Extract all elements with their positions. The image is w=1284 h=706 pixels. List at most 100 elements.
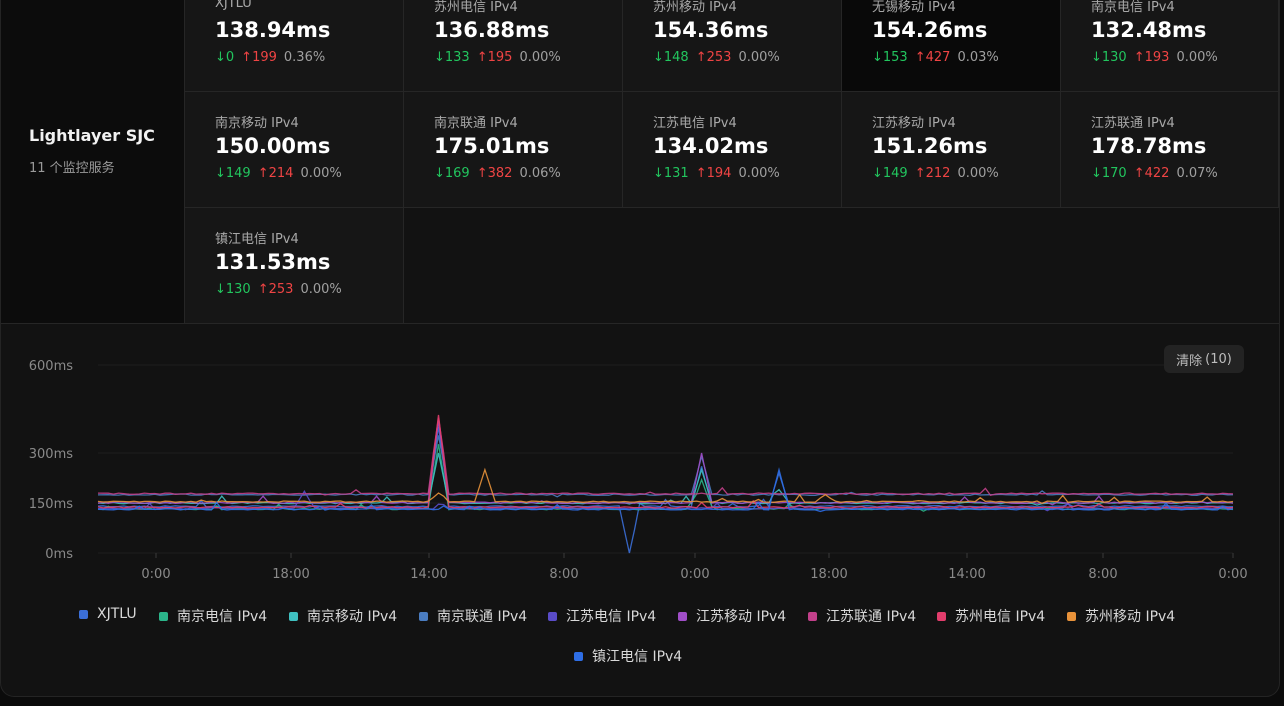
series-line [97, 435, 1234, 498]
monitor-down-count: ↓149 [872, 166, 908, 181]
legend-swatch [574, 651, 583, 661]
monitor-packet-loss: 0.00% [738, 50, 780, 65]
legend-label: XJTLU [97, 606, 137, 622]
monitor-name: 江苏联通 IPv4 [1091, 116, 1175, 131]
legend-item[interactable]: 江苏电信 IPv4 [548, 606, 656, 626]
legend-swatch [289, 611, 298, 621]
latency-chart[interactable]: 0ms 150ms 300ms 600ms 0:00 18:00 14:00 8:00 0:00… [1, 324, 1279, 696]
monitor-name: 镇江电信 IPv4 [215, 232, 299, 247]
monitor-up-count: ↑253 [257, 282, 294, 297]
legend-item[interactable]: XJTLU [79, 606, 137, 622]
y-tick-label: 150ms [29, 497, 73, 512]
monitor-stats: ↓170 ↑422 0.07% [1091, 166, 1218, 181]
monitor-up-count: ↑427 [914, 50, 951, 65]
monitor-up-count: ↑422 [1133, 166, 1170, 181]
legend-label: 苏州电信 IPv4 [955, 609, 1046, 625]
monitor-latency: 178.78ms [1091, 134, 1207, 158]
monitor-name: 南京移动 IPv4 [215, 116, 299, 131]
x-tick-label: 0:00 [141, 567, 170, 582]
monitor-card[interactable]: 江苏电信 IPv4 134.02ms ↓131 ↑194 0.00% [623, 92, 842, 208]
monitor-down-count: ↓149 [215, 166, 251, 181]
legend-swatch [419, 611, 428, 621]
monitor-name: 苏州移动 IPv4 [653, 0, 737, 15]
clear-button[interactable]: 清除 (10) [1164, 345, 1244, 373]
monitor-latency: 134.02ms [653, 134, 769, 158]
monitor-down-count: ↓131 [653, 166, 689, 181]
monitor-card[interactable]: 苏州电信 IPv4 136.88ms ↓133 ↑195 0.00% [404, 0, 623, 92]
monitor-packet-loss: 0.06% [519, 166, 561, 181]
y-tick-label: 600ms [29, 359, 73, 374]
x-tick-label: 8:00 [1088, 567, 1117, 582]
monitor-latency: 136.88ms [434, 18, 550, 42]
legend-label: 南京电信 IPv4 [177, 609, 268, 625]
monitor-card[interactable]: 江苏联通 IPv4 178.78ms ↓170 ↑422 0.07% [1061, 92, 1279, 208]
monitor-card[interactable]: XJTLU 138.94ms ↓0 ↑199 0.36% [185, 0, 404, 92]
clear-button-count: (10) [1205, 351, 1232, 367]
legend-label: 苏州移动 IPv4 [1085, 609, 1176, 625]
monitor-packet-loss: 0.00% [300, 282, 342, 297]
server-name: Lightlayer SJC [29, 126, 155, 145]
monitor-stats: ↓0 ↑199 0.36% [215, 50, 325, 65]
monitor-card[interactable]: 苏州移动 IPv4 154.36ms ↓148 ↑253 0.00% [623, 0, 842, 92]
monitor-card[interactable]: 江苏移动 IPv4 151.26ms ↓149 ↑212 0.00% [842, 92, 1061, 208]
monitor-packet-loss: 0.00% [519, 50, 561, 65]
monitor-card[interactable]: 南京移动 IPv4 150.00ms ↓149 ↑214 0.00% [185, 92, 404, 208]
legend-label: 镇江电信 IPv4 [592, 649, 683, 665]
legend-item[interactable]: 江苏移动 IPv4 [678, 606, 786, 626]
monitor-stats: ↓148 ↑253 0.00% [653, 50, 780, 65]
legend-swatch [808, 611, 817, 621]
monitor-name: 南京联通 IPv4 [434, 116, 518, 131]
monitor-stats: ↓133 ↑195 0.00% [434, 50, 561, 65]
legend-item[interactable]: 南京电信 IPv4 [159, 606, 267, 626]
monitor-card[interactable]: 南京电信 IPv4 132.48ms ↓130 ↑193 0.00% [1061, 0, 1279, 92]
monitor-name: 江苏电信 IPv4 [653, 116, 737, 131]
series-line [97, 467, 1234, 505]
legend-item[interactable]: 苏州移动 IPv4 [1067, 606, 1175, 626]
monitor-down-count: ↓133 [434, 50, 470, 65]
x-tick-label: 14:00 [948, 567, 985, 582]
series-line [97, 452, 1234, 506]
monitor-down-count: ↓0 [215, 50, 235, 65]
monitor-grid: XJTLU 138.94ms ↓0 ↑199 0.36% 苏州电信 IPv4 136.88m… [185, 0, 1279, 324]
monitor-latency: 150.00ms [215, 134, 331, 158]
monitor-packet-loss: 0.07% [1176, 166, 1218, 181]
monitor-up-count: ↑199 [241, 50, 277, 65]
monitor-up-count: ↑193 [1133, 50, 1170, 65]
legend-item[interactable]: 南京移动 IPv4 [289, 606, 397, 626]
monitor-up-count: ↑195 [476, 50, 513, 65]
monitor-card[interactable]: 南京联通 IPv4 175.01ms ↓169 ↑382 0.06% [404, 92, 623, 208]
monitor-stats: ↓153 ↑427 0.03% [872, 50, 999, 65]
series-line [97, 417, 1234, 497]
x-tick-label: 8:00 [549, 567, 578, 582]
monitor-card[interactable]: 镇江电信 IPv4 131.53ms ↓130 ↑253 0.00% [185, 208, 404, 324]
legend-label: 南京移动 IPv4 [307, 609, 398, 625]
x-tick-label: 14:00 [410, 567, 447, 582]
x-tick-label: 0:00 [1218, 567, 1247, 582]
x-tick-label: 0:00 [680, 567, 709, 582]
monitor-down-count: ↓148 [653, 50, 689, 65]
legend-swatch [548, 611, 557, 621]
monitor-name: 江苏移动 IPv4 [872, 116, 956, 131]
monitor-up-count: ↑194 [695, 166, 732, 181]
series-line [97, 467, 1234, 513]
monitor-latency: 138.94ms [215, 18, 331, 42]
monitor-latency: 151.26ms [872, 134, 988, 158]
clear-button-label: 清除 [1176, 353, 1203, 369]
legend-label: 江苏电信 IPv4 [566, 609, 657, 625]
legend-item[interactable]: 江苏联通 IPv4 [808, 606, 916, 626]
series-line [97, 420, 1234, 506]
server-subtitle: 11 个监控服务 [29, 161, 115, 176]
legend-swatch [79, 609, 88, 619]
monitor-card[interactable]: 无锡移动 IPv4 154.26ms ↓153 ↑427 0.03% [842, 0, 1061, 92]
monitor-latency: 132.48ms [1091, 18, 1207, 42]
legend-item[interactable]: 镇江电信 IPv4 [574, 646, 682, 666]
monitor-name: 苏州电信 IPv4 [434, 0, 518, 15]
monitor-stats: ↓130 ↑253 0.00% [215, 282, 342, 297]
monitor-stats: ↓169 ↑382 0.06% [434, 166, 561, 181]
monitor-down-count: ↓130 [1091, 50, 1127, 65]
legend-item[interactable]: 南京联通 IPv4 [419, 606, 527, 626]
legend-item[interactable]: 苏州电信 IPv4 [937, 606, 1045, 626]
legend-label: 江苏联通 IPv4 [826, 609, 917, 625]
y-tick-label: 0ms [45, 547, 73, 562]
monitor-stats: ↓149 ↑212 0.00% [872, 166, 999, 181]
